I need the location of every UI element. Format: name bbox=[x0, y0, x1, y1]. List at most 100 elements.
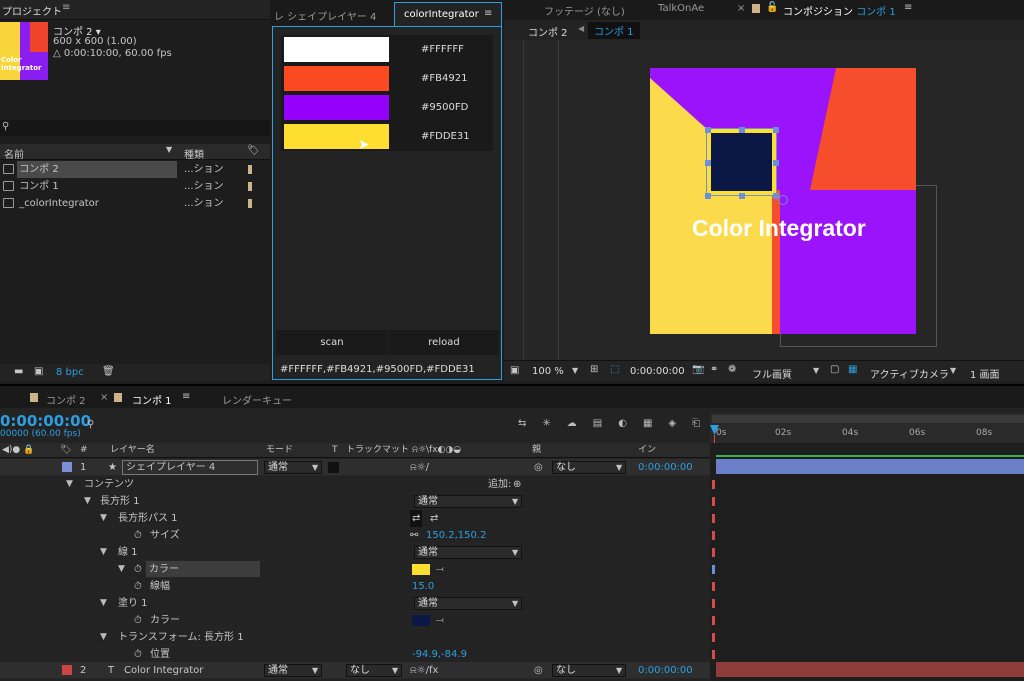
stopwatch-icon[interactable]: ⏱ bbox=[134, 612, 142, 629]
crumb-comp1[interactable]: コンポ 1 bbox=[588, 22, 640, 39]
prop-size[interactable]: ⏱ サイズ ⚯ 150.2,150.2 bbox=[0, 527, 710, 544]
mode-select[interactable]: 通常 bbox=[414, 546, 522, 559]
col-trackmatte[interactable]: トラックマット bbox=[346, 443, 409, 458]
panel-menu-icon[interactable]: ≡ bbox=[182, 391, 190, 402]
color-row[interactable]: #FB4921 bbox=[281, 64, 493, 93]
col-mode[interactable]: モード bbox=[266, 443, 293, 458]
keyframe-marker[interactable] bbox=[712, 565, 715, 574]
chevron-down-icon[interactable]: ▼ bbox=[392, 662, 398, 679]
keyframe-marker[interactable] bbox=[712, 616, 715, 625]
work-area-bar[interactable] bbox=[712, 415, 1024, 423]
layer-in-time[interactable]: 0:00:00:00 bbox=[638, 459, 693, 476]
prop-fill[interactable]: ▼ 塗り 1 通常 ▼ bbox=[0, 595, 710, 612]
expand-icon[interactable]: ▼ bbox=[84, 493, 91, 510]
path-direction-icon[interactable]: ⇄ bbox=[410, 510, 423, 527]
close-icon[interactable]: × bbox=[100, 392, 108, 403]
stopwatch-icon[interactable]: ⏱ bbox=[134, 561, 142, 578]
lock-icon[interactable]: 🔓 bbox=[766, 2, 778, 13]
mode-select[interactable]: 通常 bbox=[414, 597, 522, 610]
parent-pickwhip-icon[interactable]: ◎ bbox=[534, 662, 543, 679]
prop-rect[interactable]: ▼ 長方形 1 通常 ▼ bbox=[0, 493, 710, 510]
scan-button[interactable]: scan bbox=[276, 330, 388, 355]
expand-icon[interactable]: ▼ bbox=[100, 595, 107, 612]
camera-icon[interactable]: 📷 bbox=[692, 364, 704, 375]
handle-tr[interactable] bbox=[773, 127, 779, 133]
tab-footage[interactable]: フッテージ (なし) bbox=[544, 3, 625, 18]
layer-row-1[interactable]: 1 ★ シェイプレイヤー 4 通常 ▼ ⍾☼/ ◎ なし ▼ 0:00:00:0… bbox=[0, 459, 710, 476]
handle-right[interactable] bbox=[773, 160, 779, 166]
layer-name[interactable]: シェイプレイヤー 4 bbox=[122, 460, 258, 475]
color-swatch[interactable] bbox=[284, 95, 389, 120]
bpc-button[interactable]: 8 bpc bbox=[56, 367, 84, 378]
link-icon[interactable]: ⚯ bbox=[410, 527, 418, 544]
stopwatch-icon[interactable]: ⏱ bbox=[134, 578, 142, 595]
tab-colorintegrator[interactable]: colorIntegrator ≡ bbox=[394, 2, 502, 26]
layer1-bar[interactable] bbox=[716, 459, 1024, 474]
col-layer-name[interactable]: レイヤー名 bbox=[110, 443, 155, 458]
stopwatch-icon[interactable]: ⏱ bbox=[134, 527, 142, 544]
path-direction-icon-2[interactable]: ⇄ bbox=[430, 510, 438, 527]
parent-pickwhip-icon[interactable]: ◎ bbox=[534, 459, 543, 476]
tab-comp1[interactable]: コンポ 1 bbox=[132, 392, 172, 407]
frame-blend-icon[interactable]: ▤ bbox=[593, 418, 618, 429]
color-swatch[interactable] bbox=[284, 124, 389, 149]
layer-parent-select[interactable]: なし bbox=[552, 461, 626, 474]
color-swatch[interactable] bbox=[284, 66, 389, 91]
chevron-down-icon[interactable]: ▼ bbox=[813, 366, 819, 375]
color-row[interactable]: #9500FD bbox=[281, 93, 493, 122]
keyframe-marker[interactable] bbox=[712, 514, 715, 523]
prop-fill-color[interactable]: ⏱ カラー ⤙ bbox=[0, 612, 710, 629]
size-value[interactable]: 150.2,150.2 bbox=[426, 527, 486, 544]
expand-icon[interactable]: ▼ bbox=[66, 476, 73, 493]
color-row[interactable]: #FFFFFF bbox=[281, 35, 493, 64]
width-value[interactable]: 15.0 bbox=[412, 578, 434, 595]
roi-icon[interactable]: ▢ bbox=[830, 364, 839, 375]
expand-icon[interactable]: ▼ bbox=[100, 510, 107, 527]
chevron-down-icon[interactable]: ▼ bbox=[312, 459, 318, 476]
track-matte-box[interactable] bbox=[328, 462, 339, 473]
project-item-comp1[interactable]: コンポ 1 ...ション bbox=[0, 178, 270, 195]
col-type[interactable]: 種類 bbox=[184, 146, 204, 161]
fill-color-swatch[interactable] bbox=[412, 615, 430, 626]
close-icon[interactable]: × bbox=[737, 3, 745, 14]
prop-stroke[interactable]: ▼ 線 1 通常 ▼ bbox=[0, 544, 710, 561]
tab-shape-layer[interactable]: レ シェイプレイヤー 4 bbox=[274, 8, 376, 23]
col-parent[interactable]: 親 bbox=[532, 443, 541, 458]
keyframe-marker[interactable] bbox=[712, 650, 715, 659]
panel-menu-icon[interactable]: ≡ bbox=[62, 2, 70, 13]
keyframe-marker[interactable] bbox=[712, 599, 715, 608]
motion-blur-icon[interactable]: ◐ bbox=[618, 418, 643, 429]
col-in[interactable]: イン bbox=[638, 443, 656, 458]
chevron-down-icon[interactable]: ▼ bbox=[512, 595, 518, 612]
comp-flow-icon[interactable]: ⇆ bbox=[518, 418, 542, 429]
layer-name[interactable]: Color Integrator bbox=[124, 662, 203, 679]
color-swatch[interactable] bbox=[284, 37, 389, 62]
keyframe-marker[interactable] bbox=[712, 582, 715, 591]
chevron-down-icon[interactable]: ▼ bbox=[616, 662, 622, 679]
eyedropper-icon[interactable]: ⤙ bbox=[436, 612, 444, 629]
timecode-display[interactable]: 0:00:00:00 bbox=[0, 412, 91, 430]
trash-icon[interactable]: 🗑 bbox=[102, 366, 115, 377]
current-time[interactable]: 0:00:00:00 bbox=[630, 366, 685, 377]
chevron-down-icon[interactable]: ▼ bbox=[572, 366, 578, 375]
keyframe-icon[interactable]: ◈ bbox=[668, 418, 692, 429]
tab-render-queue[interactable]: レンダーキュー bbox=[222, 392, 292, 407]
layer-row-2[interactable]: 2 T Color Integrator 通常 ▼ なし ▼ ⍾☼/fx ◎ な… bbox=[0, 662, 710, 679]
panel-menu-icon[interactable]: ≡ bbox=[484, 8, 492, 19]
expand-icon[interactable]: ▼ bbox=[100, 629, 107, 646]
handle-top[interactable] bbox=[739, 127, 745, 133]
graph-editor-icon[interactable]: ▦ bbox=[643, 418, 668, 429]
keyframe-marker[interactable] bbox=[712, 480, 715, 489]
chevron-down-icon[interactable]: ▼ bbox=[616, 459, 622, 476]
prop-transform[interactable]: ▼ トランスフォーム: 長方形 1 bbox=[0, 629, 710, 646]
layer-label-color[interactable] bbox=[62, 462, 72, 472]
keyframe-marker[interactable] bbox=[712, 548, 715, 557]
add-label[interactable]: 追加: bbox=[488, 476, 511, 493]
chevron-down-icon[interactable]: ▼ bbox=[312, 662, 318, 679]
crumb-comp2[interactable]: コンポ 2 bbox=[528, 24, 568, 39]
anchor-point-icon[interactable] bbox=[778, 195, 788, 205]
project-item-colorintegrator[interactable]: _colorIntegrator ...ション bbox=[0, 195, 270, 212]
layer-in-time[interactable]: 0:00:00:00 bbox=[638, 662, 693, 679]
prop-stroke-color[interactable]: ▼ ⏱ カラー ⤙ bbox=[0, 561, 710, 578]
reload-button[interactable]: reload bbox=[389, 330, 499, 355]
